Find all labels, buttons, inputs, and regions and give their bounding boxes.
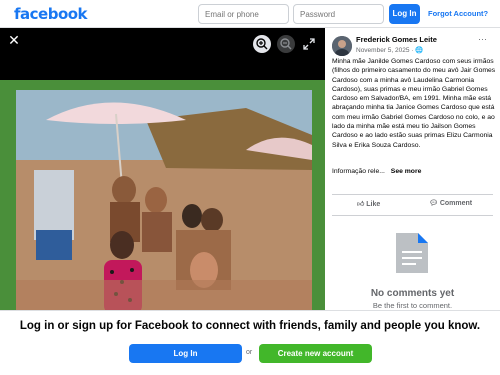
post-author[interactable]: Frederick Gomes Leite bbox=[356, 35, 437, 44]
first-comment-hint: Be the first to comment. bbox=[372, 301, 453, 310]
email-field[interactable] bbox=[198, 4, 289, 24]
globe-icon: 🌐 bbox=[415, 47, 424, 54]
zoom-in-icon[interactable] bbox=[253, 35, 271, 53]
create-account-button[interactable]: Create new account bbox=[259, 344, 372, 363]
comment-label: Comment bbox=[439, 200, 473, 207]
more-options-icon[interactable]: ··· bbox=[478, 34, 487, 44]
info-text: Informação rele... bbox=[332, 168, 385, 175]
login-button[interactable]: Log In bbox=[129, 344, 242, 363]
cutting-mat-background bbox=[0, 80, 325, 310]
comment-button[interactable]: 💬︎ Comment bbox=[429, 199, 472, 207]
expand-icon[interactable] bbox=[301, 36, 317, 52]
forgot-account-link[interactable]: Forgot Account? bbox=[428, 9, 488, 18]
post-caption: Minha mãe Janilde Gomes Cardoso com seus… bbox=[332, 58, 496, 149]
signup-prompt-text: Log in or sign up for Facebook to connec… bbox=[19, 320, 481, 332]
like-icon: 👍︎ bbox=[357, 201, 365, 208]
password-field[interactable] bbox=[293, 4, 384, 24]
family-photo bbox=[16, 90, 312, 310]
facebook-logo[interactable]: facebook bbox=[14, 5, 88, 23]
signup-banner: Log in or sign up for Facebook to connec… bbox=[0, 310, 500, 375]
divider bbox=[332, 194, 493, 195]
post-details-panel: Frederick Gomes Leite November 5, 2025 ·… bbox=[325, 28, 500, 310]
close-icon[interactable]: ✕ bbox=[6, 32, 22, 48]
top-navigation-bar: facebook Log In Forgot Account? bbox=[0, 0, 500, 28]
expand-glyph bbox=[303, 38, 315, 50]
post-date[interactable]: November 5, 2025 bbox=[356, 47, 409, 54]
zoom-in-glyph bbox=[256, 38, 268, 50]
info-line: Informação rele... See more bbox=[332, 168, 421, 175]
post-meta: November 5, 2025 · 🌐 bbox=[356, 46, 423, 54]
zoom-out-glyph bbox=[280, 38, 292, 50]
divider bbox=[332, 215, 493, 216]
avatar[interactable] bbox=[332, 36, 352, 56]
avatar-image bbox=[332, 36, 352, 56]
photo-viewer: ✕ bbox=[0, 28, 325, 310]
like-button[interactable]: 👍︎ Like bbox=[357, 199, 380, 208]
header-login-button[interactable]: Log In bbox=[389, 4, 420, 24]
zoom-out-icon[interactable] bbox=[277, 35, 295, 53]
document-icon bbox=[396, 233, 428, 273]
or-separator: or bbox=[246, 349, 253, 356]
no-comments-text: No comments yet bbox=[370, 288, 455, 299]
see-more-link[interactable]: See more bbox=[391, 168, 422, 175]
comment-icon: 💬︎ bbox=[429, 200, 438, 207]
like-label: Like bbox=[366, 201, 381, 208]
